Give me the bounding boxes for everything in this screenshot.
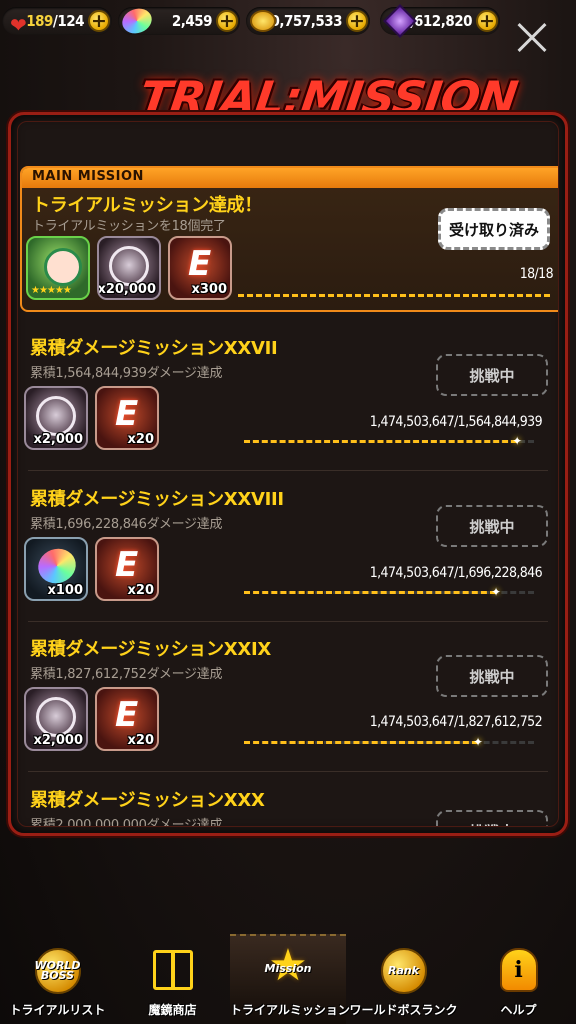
mission-title: 累積ダメージミッションXXVIII [30, 489, 284, 510]
main-mission-subtitle: トライアルミッションを18個完了 [32, 219, 226, 234]
reward-quantity: x20,000 [97, 282, 156, 297]
gold-counter: 60,757,533 + [246, 7, 370, 35]
main-mission-progress-text: 18/18 [519, 266, 554, 282]
mission-subtitle: 累積1,564,844,939ダメージ達成 [30, 366, 223, 381]
row-divider [28, 470, 548, 471]
world-boss-icon: WORLD BOSS [34, 948, 81, 994]
nav-label: ヘルプ [500, 1003, 537, 1017]
nav-label: トライアルリスト [9, 1003, 106, 1017]
reward-quantity: x20 [127, 733, 154, 748]
reward-silver-coin[interactable]: x20,000 [97, 236, 161, 300]
add-purple-button[interactable]: + [476, 10, 498, 32]
heart-icon: ❤ [10, 13, 27, 37]
nav-world-boss-rank[interactable]: Rank ワールドボスランク [346, 934, 461, 1024]
row-divider [28, 621, 548, 622]
nav-help[interactable]: i ヘルプ [461, 934, 576, 1024]
reward-quantity: x2,000 [33, 733, 83, 748]
nav-trial-list[interactable]: WORLD BOSS トライアルリスト [0, 934, 115, 1024]
reward-e-ticket[interactable]: x300 [168, 236, 232, 300]
reward-character-card[interactable]: ★★★★★ [26, 236, 90, 300]
stamina-counter: ❤ 189/124 + [2, 7, 112, 37]
currency-bar: ❤ 189/124 + 2,459 + 60,757,533 + 3,612,8… [0, 4, 576, 38]
nav-label: 魔鏡商店 [148, 1003, 197, 1017]
reward-silver-coin[interactable]: x2,000 [24, 687, 88, 751]
reward-silver-coin[interactable]: x2,000 [24, 386, 88, 450]
add-gold-button[interactable]: + [346, 10, 368, 32]
challenge-button[interactable]: 挑戦中 [436, 810, 548, 826]
progress-fill [238, 294, 550, 297]
add-gems-button[interactable]: + [216, 10, 238, 32]
mission-list[interactable]: MAIN MISSION トライアルミッション達成！ トライアルミッションを18… [17, 121, 559, 827]
mission-icon-label: Mission [264, 962, 312, 975]
nav-label: トライアルミッション [230, 1003, 350, 1017]
purple-counter: 3,612,820 + [380, 4, 500, 38]
bottom-nav: WORLD BOSS トライアルリスト 魔鏡商店 ★ Mission トライアル… [0, 934, 576, 1024]
challenge-button[interactable]: 挑戦中 [436, 655, 548, 697]
reward-e-ticket[interactable]: x20 [95, 537, 159, 601]
mission-progress-text: 1,474,503,647/1,696,228,846 [369, 565, 543, 581]
reward-quantity: x20 [127, 583, 154, 598]
nav-label: ワールドボスランク [349, 1003, 458, 1017]
main-mission-title: トライアルミッション達成！ [32, 195, 262, 216]
rainbow-gem-icon [118, 4, 156, 38]
gold-coin-icon [250, 10, 276, 32]
gift-icon [152, 950, 193, 990]
nav-mirror-shop[interactable]: 魔鏡商店 [115, 934, 230, 1024]
reward-quantity: x2,000 [33, 432, 83, 447]
progress-fill [244, 591, 496, 594]
progress-fill [244, 741, 479, 744]
reward-e-ticket[interactable]: x20 [95, 386, 159, 450]
main-mission-card: MAIN MISSION トライアルミッション達成！ トライアルミッションを18… [20, 166, 558, 312]
purple-crystal-icon [383, 4, 417, 38]
gem-counter: 2,459 + [118, 4, 240, 38]
claimed-button[interactable]: 受け取り済み [438, 208, 550, 250]
mission-subtitle: 累積2,000,000,000ダメージ達成 [30, 818, 223, 827]
mission-subtitle: 累積1,696,228,846ダメージ達成 [30, 517, 223, 532]
reward-e-ticket[interactable]: x20 [95, 687, 159, 751]
sparkle-icon: ✦ [512, 434, 523, 448]
challenge-button[interactable]: 挑戦中 [436, 505, 548, 547]
reward-rainbow-gem[interactable]: x100 [24, 537, 88, 601]
mission-title: 累積ダメージミッションXXX [30, 790, 265, 811]
nav-trial-mission[interactable]: ★ Mission トライアルミッション [230, 934, 350, 1024]
mission-progress-text: 1,474,503,647/1,827,612,752 [369, 714, 543, 730]
gem-amount: 2,459 [171, 12, 213, 30]
reward-quantity: x300 [191, 282, 227, 297]
main-mission-tab-label: MAIN MISSION [32, 169, 144, 184]
stamina-current: 189 [26, 12, 53, 30]
sparkle-icon: ✦ [473, 735, 484, 749]
stamina-max: /124 [52, 12, 85, 30]
info-icon: i [499, 948, 538, 992]
main-mission-tab: MAIN MISSION [22, 168, 558, 188]
challenge-button[interactable]: 挑戦中 [436, 354, 548, 396]
add-stamina-button[interactable]: + [88, 10, 110, 32]
reward-quantity: x100 [47, 583, 83, 598]
reward-quantity: x20 [127, 432, 154, 447]
progress-fill [244, 440, 518, 443]
mission-title: 累積ダメージミッションXXIX [30, 639, 271, 660]
row-divider [28, 771, 548, 772]
mission-progress-text: 1,474,503,647/1,564,844,939 [369, 414, 543, 430]
sparkle-icon: ✦ [491, 585, 502, 599]
close-icon[interactable] [516, 22, 548, 54]
mission-title: 累積ダメージミッションXXVII [30, 338, 278, 359]
character-card-icon [44, 248, 82, 286]
rarity-stars: ★★★★★ [31, 285, 72, 296]
rank-globe-icon: Rank [380, 948, 427, 994]
mission-subtitle: 累積1,827,612,752ダメージ達成 [30, 667, 223, 682]
mission-panel: MAIN MISSION トライアルミッション達成！ トライアルミッションを18… [8, 112, 568, 836]
